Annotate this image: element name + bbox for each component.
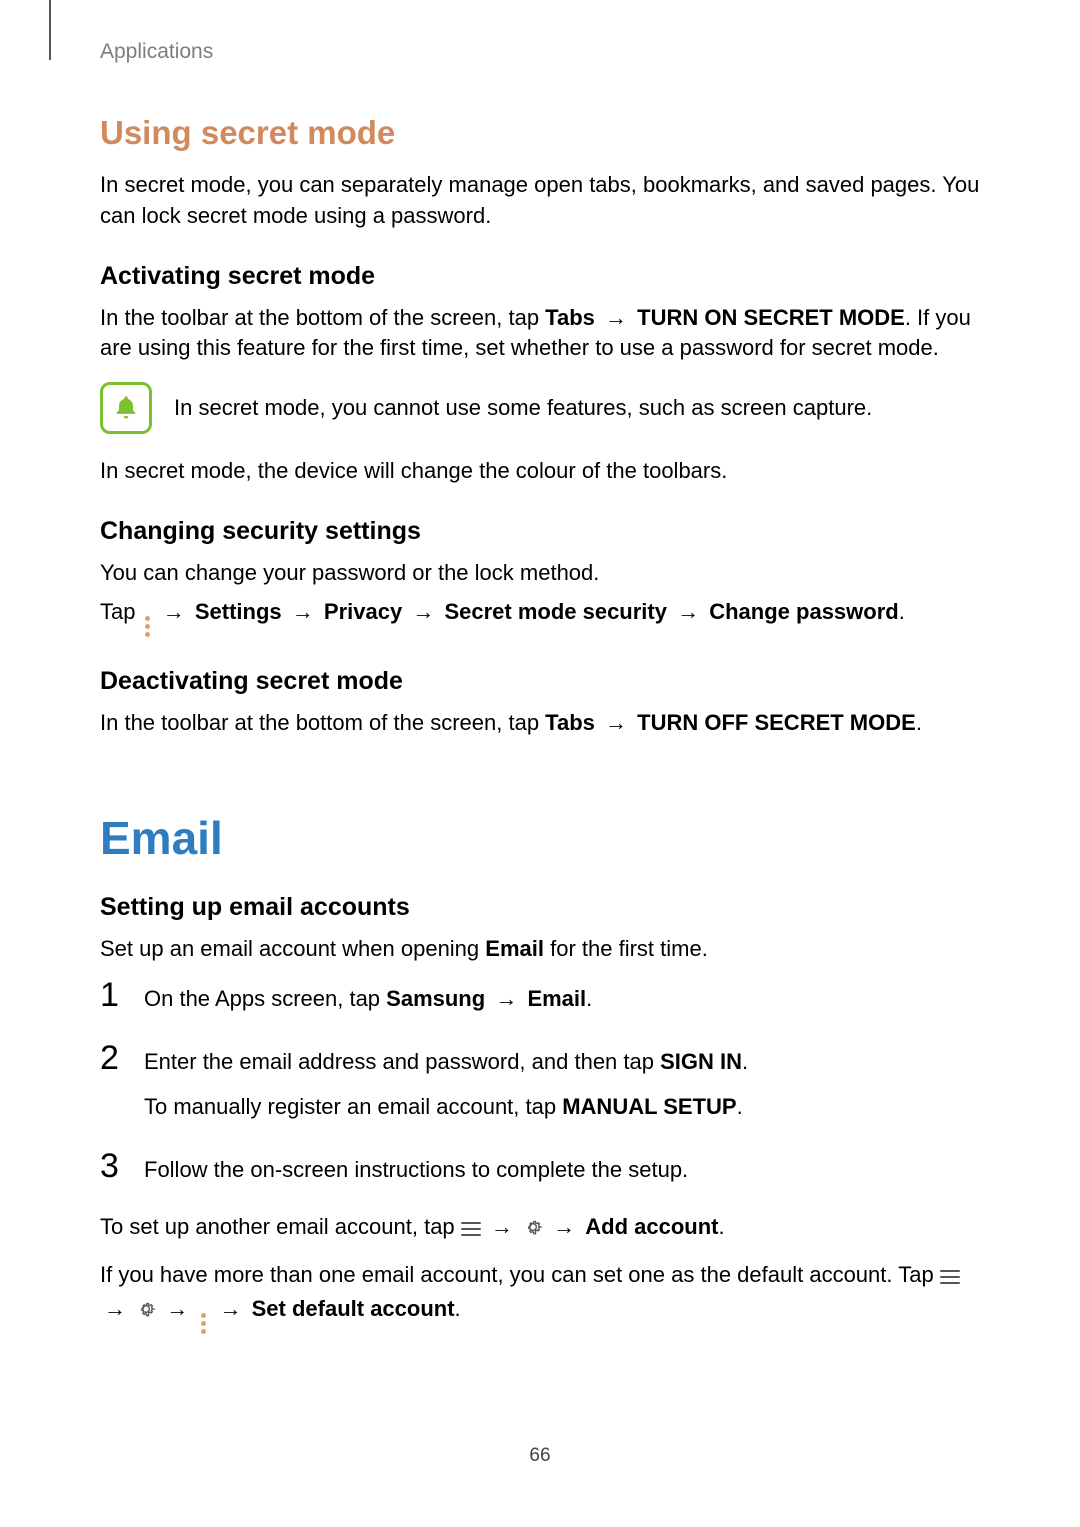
more-options-icon	[142, 616, 153, 637]
settings-gear-icon	[136, 1297, 156, 1328]
arrow-icon: →	[162, 1296, 192, 1321]
text: On the Apps screen, tap	[144, 986, 386, 1011]
arrow-icon: →	[487, 1214, 517, 1239]
step-text: Enter the email address and password, an…	[144, 1045, 748, 1123]
email-app-label: Email	[485, 936, 544, 961]
step-text: On the Apps screen, tap Samsung → Email.	[144, 982, 592, 1015]
text: .	[899, 599, 905, 624]
email-label: Email	[527, 986, 586, 1011]
step-number: 2	[100, 1041, 122, 1075]
samsung-label: Samsung	[386, 986, 485, 1011]
arrow-icon: →	[601, 710, 631, 735]
activating-paragraph: In the toolbar at the bottom of the scre…	[100, 303, 982, 365]
text: In the toolbar at the bottom of the scre…	[100, 305, 545, 330]
privacy-label: Privacy	[324, 599, 402, 624]
arrow-icon: →	[408, 599, 438, 624]
text: To manually register an email account, t…	[144, 1094, 562, 1119]
text: To set up another email account, tap	[100, 1214, 461, 1239]
text: for the first time.	[544, 936, 708, 961]
turn-off-secret-mode-label: TURN OFF SECRET MODE	[637, 710, 916, 735]
menu-icon	[940, 1263, 960, 1294]
secret-mode-security-label: Secret mode security	[444, 599, 667, 624]
manual-setup-label: MANUAL SETUP	[562, 1094, 736, 1119]
more-options-icon	[198, 1313, 209, 1334]
heading-changing-security-settings: Changing security settings	[100, 517, 982, 546]
arrow-icon: →	[216, 1296, 246, 1321]
email-intro: Set up an email account when opening Ema…	[100, 934, 982, 965]
text: .	[586, 986, 592, 1011]
arrow-icon: →	[601, 305, 631, 330]
arrow-icon: →	[159, 599, 189, 624]
list-item: 2 Enter the email address and password, …	[100, 1041, 982, 1123]
default-account-paragraph: If you have more than one email account,…	[100, 1260, 982, 1334]
settings-label: Settings	[195, 599, 282, 624]
secret-mode-intro: In secret mode, you can separately manag…	[100, 170, 982, 232]
after-note-paragraph: In secret mode, the device will change t…	[100, 456, 982, 487]
heading-using-secret-mode: Using secret mode	[100, 114, 982, 152]
note-text: In secret mode, you cannot use some feat…	[174, 393, 872, 424]
heading-deactivating-secret-mode: Deactivating secret mode	[100, 667, 982, 696]
tabs-label: Tabs	[545, 710, 595, 735]
bell-icon	[100, 382, 152, 434]
change-password-label: Change password	[709, 599, 898, 624]
arrow-icon: →	[549, 1214, 579, 1239]
heading-activating-secret-mode: Activating secret mode	[100, 262, 982, 291]
settings-gear-icon	[523, 1215, 543, 1246]
deactivating-paragraph: In the toolbar at the bottom of the scre…	[100, 708, 982, 739]
text: In the toolbar at the bottom of the scre…	[100, 710, 545, 735]
sign-in-label: SIGN IN	[660, 1049, 742, 1074]
heading-setting-up-email: Setting up email accounts	[100, 893, 982, 922]
arrow-icon: →	[100, 1296, 130, 1321]
page-content: Applications Using secret mode In secret…	[0, 0, 1080, 1334]
page-number: 66	[0, 1445, 1080, 1467]
list-item: 1 On the Apps screen, tap Samsung → Emai…	[100, 978, 982, 1015]
turn-on-secret-mode-label: TURN ON SECRET MODE	[637, 305, 905, 330]
header-section-label: Applications	[100, 40, 982, 64]
header-crop-mark	[49, 0, 51, 60]
text: .	[737, 1094, 743, 1119]
set-default-account-label: Set default account	[252, 1296, 455, 1321]
arrow-icon: →	[288, 599, 318, 624]
text: .	[719, 1214, 725, 1239]
email-setup-steps: 1 On the Apps screen, tap Samsung → Emai…	[100, 978, 982, 1186]
add-account-paragraph: To set up another email account, tap → →…	[100, 1212, 982, 1246]
text: Set up an email account when opening	[100, 936, 485, 961]
arrow-icon: →	[491, 986, 521, 1011]
text: .	[742, 1049, 748, 1074]
text: .	[455, 1296, 461, 1321]
step-number: 1	[100, 978, 122, 1012]
changing-intro: You can change your password or the lock…	[100, 558, 982, 589]
step-text: Follow the on-screen instructions to com…	[144, 1153, 688, 1186]
text: Tap	[100, 599, 142, 624]
list-item: 3 Follow the on-screen instructions to c…	[100, 1149, 982, 1186]
arrow-icon: →	[673, 599, 703, 624]
text: If you have more than one email account,…	[100, 1262, 940, 1287]
add-account-label: Add account	[585, 1214, 718, 1239]
heading-email: Email	[100, 811, 982, 865]
text: Enter the email address and password, an…	[144, 1049, 660, 1074]
note-callout: In secret mode, you cannot use some feat…	[100, 382, 982, 434]
tabs-label: Tabs	[545, 305, 595, 330]
text: .	[916, 710, 922, 735]
menu-icon	[461, 1215, 481, 1246]
changing-path: Tap → Settings → Privacy → Secret mode s…	[100, 597, 982, 637]
step-number: 3	[100, 1149, 122, 1183]
